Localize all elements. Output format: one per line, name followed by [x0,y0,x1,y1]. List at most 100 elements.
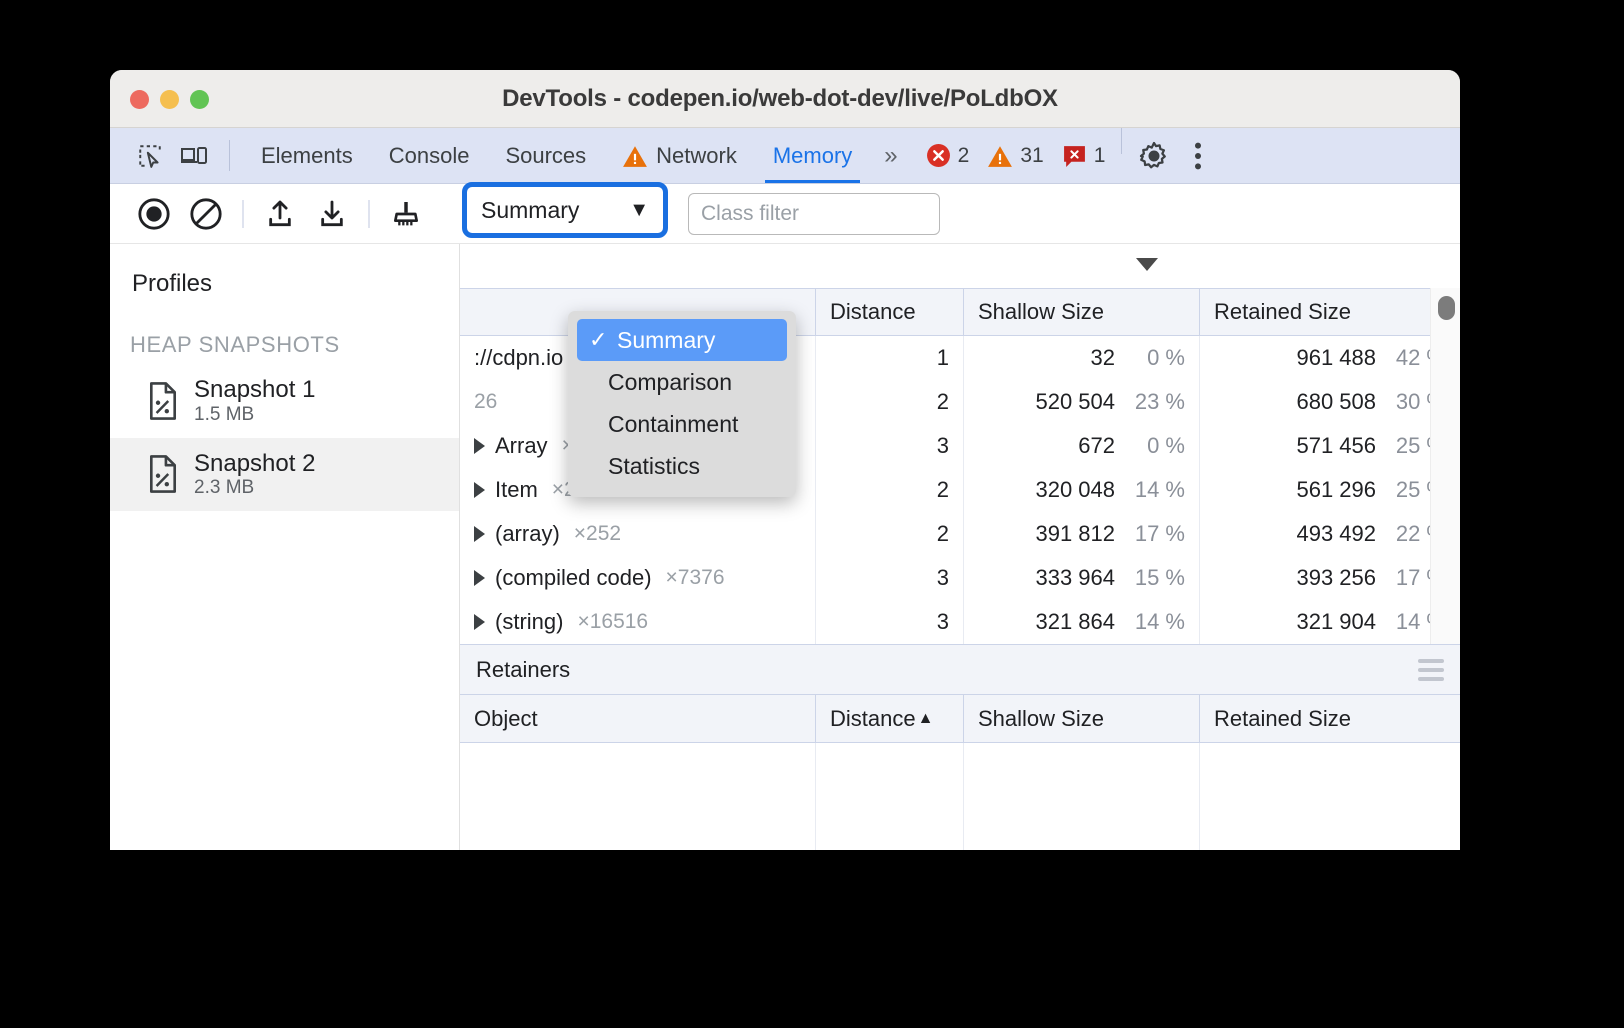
sort-asc-icon: ▲ [918,710,934,728]
column-header-retained-size[interactable]: Retained Size ▼ [1200,289,1460,335]
collect-garbage-icon[interactable] [380,192,432,236]
chevron-down-icon: ▼ [629,199,649,222]
cell-shallow-size: 32 0 % [964,336,1200,380]
heap-snapshot-file-icon [146,382,180,420]
retainers-column-header-shallow-size[interactable]: Shallow Size [964,695,1200,742]
cell-constructor: (string) ×16516 [460,600,816,644]
clear-icon[interactable] [180,192,232,236]
save-profile-icon[interactable] [306,192,358,236]
issues-count: 1 [1094,144,1106,168]
tab-elements[interactable]: Elements [243,128,371,183]
error-circle-icon [926,143,951,168]
window-title: DevTools - codepen.io/web-dot-dev/live/P… [110,85,1460,113]
column-header-retained-size-label: Retained Size [1214,299,1351,325]
record-icon[interactable] [128,192,180,236]
hamburger-menu-icon[interactable] [1418,659,1444,681]
class-filter-input[interactable] [688,193,940,235]
cell-shallow-size: 672 0 % [964,424,1200,468]
row-shallow-size: 32 [1091,345,1115,371]
load-profile-icon[interactable] [254,192,306,236]
device-toolbar-icon[interactable] [172,128,216,183]
table-row[interactable]: (array) ×252 2 391 812 17 % 493 492 22 [460,512,1460,556]
cell-distance: 2 [816,468,964,512]
retainers-column-header-object[interactable]: Object [460,695,816,742]
snapshot-item-2[interactable]: Snapshot 2 2.3 MB [110,438,459,512]
retainers-grid-header: Object Distance ▲ Shallow Size Retained … [460,695,1460,743]
tab-network[interactable]: Network [604,128,755,183]
tabbar-divider-right [1121,128,1122,154]
expand-triangle-icon[interactable] [474,526,485,542]
row-distance: 1 [937,345,949,371]
constructors-toolbar [460,244,1460,288]
perspective-select[interactable]: Summary ▼ [462,182,668,238]
table-row[interactable]: (string) ×16516 3 321 864 14 % 321 904 [460,600,1460,644]
expand-triangle-icon[interactable] [474,570,485,586]
status-badges: 2 31 1 [912,128,1112,183]
inspect-element-icon[interactable] [128,128,172,183]
snapshot-item-2-name: Snapshot 2 [194,450,315,478]
row-shallow-pct: 14 % [1127,609,1185,635]
menu-item-containment[interactable]: Containment [568,403,796,445]
cell-distance: 2 [816,380,964,424]
row-object-name: ://cdpn.io [474,345,563,371]
tab-memory[interactable]: Memory [755,128,870,183]
devtools-tab-bar: Elements Console Sources Network Memory … [110,128,1460,184]
row-shallow-size: 321 864 [1035,609,1115,635]
perspective-select-value: Summary [481,197,579,224]
heap-snapshot-file-icon [146,455,180,493]
snapshot-item-1-size: 1.5 MB [194,404,315,426]
column-header-distance[interactable]: Distance [816,289,964,335]
perspective-dropdown-menu: ✓ Summary Comparison Containment Statist… [568,311,796,497]
expand-triangle-icon[interactable] [474,614,485,630]
zoom-window-button[interactable] [190,90,209,109]
kebab-menu-icon[interactable] [1176,128,1220,183]
row-shallow-size: 333 964 [1035,565,1115,591]
memory-toolbar-divider-2 [368,200,370,228]
cell-retained-size: 561 296 25 % [1200,468,1460,512]
cell-distance: 3 [816,556,964,600]
cell-retained-size: 680 508 30 % [1200,380,1460,424]
snapshot-item-1[interactable]: Snapshot 1 1.5 MB [110,364,459,438]
cell-retained-size: 321 904 14 % [1200,600,1460,644]
table-row[interactable]: (compiled code) ×7376 3 333 964 15 % 393… [460,556,1460,600]
expand-triangle-icon[interactable] [474,482,485,498]
warnings-badge[interactable]: 31 [981,144,1049,168]
menu-item-comparison[interactable]: Comparison [568,361,796,403]
expand-triangle-icon[interactable] [474,438,485,454]
gear-icon[interactable] [1132,128,1176,183]
tab-console[interactable]: Console [371,128,488,183]
row-distance: 3 [937,565,949,591]
tab-sources[interactable]: Sources [487,128,604,183]
constructors-grid-scrollbar-thumb[interactable] [1438,296,1455,320]
retainers-column-header-distance[interactable]: Distance ▲ [816,695,964,742]
issues-badge[interactable]: 1 [1056,144,1112,168]
errors-badge[interactable]: 2 [920,143,976,168]
constructors-filter-caret-icon[interactable] [1136,258,1158,271]
tab-network-label: Network [656,143,737,169]
more-tabs-icon[interactable]: » [870,128,911,183]
retainers-column-header-retained-size[interactable]: Retained Size [1200,695,1460,742]
menu-item-summary[interactable]: ✓ Summary [577,319,787,361]
row-shallow-size: 391 812 [1035,521,1115,547]
errors-count: 2 [958,144,970,168]
minimize-window-button[interactable] [160,90,179,109]
row-object-count: ×16516 [577,610,648,634]
cell-shallow-size: 320 048 14 % [964,468,1200,512]
tab-sources-label: Sources [505,143,586,169]
row-retained-size: 571 456 [1296,433,1376,459]
retainers-col-shallow [964,743,1200,850]
constructors-grid-scrollbar[interactable] [1430,288,1460,644]
column-header-shallow-size[interactable]: Shallow Size [964,289,1200,335]
row-object-name: (string) [495,609,563,635]
menu-item-statistics[interactable]: Statistics [568,445,796,487]
retainers-panel: Retainers Object Distance ▲ Shallow Size [460,644,1460,850]
row-shallow-pct: 17 % [1127,521,1185,547]
close-window-button[interactable] [130,90,149,109]
warning-triangle-icon [622,144,648,168]
row-retained-size: 561 296 [1296,477,1376,503]
cell-retained-size: 493 492 22 % [1200,512,1460,556]
tab-elements-label: Elements [261,143,353,169]
row-object-name: (array) [495,521,560,547]
retainers-title: Retainers [476,657,570,683]
issue-message-icon [1062,144,1087,168]
